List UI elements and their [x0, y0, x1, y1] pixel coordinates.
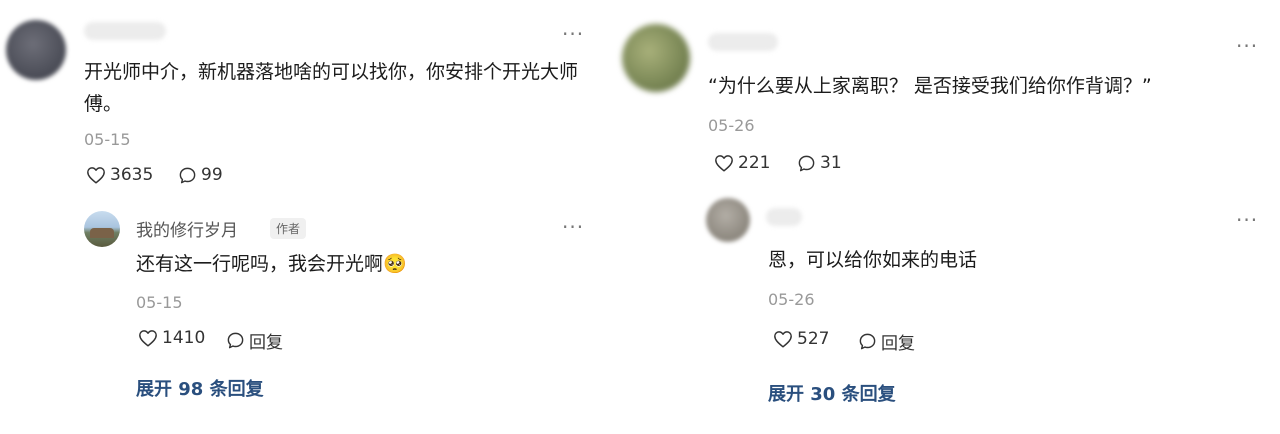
speech-bubble-icon	[178, 166, 197, 185]
avatar[interactable]	[84, 211, 120, 247]
reply-username[interactable]: 我的修行岁月	[136, 216, 238, 241]
reply-label: 回复	[249, 333, 283, 353]
like-button[interactable]: 1410	[138, 328, 205, 348]
pleading-face-emoji: 🥺	[383, 253, 407, 275]
more-dots-icon[interactable]: ···	[562, 217, 584, 237]
comment-button[interactable]: 31	[797, 153, 842, 173]
author-badge: 作者	[270, 218, 307, 239]
heart-outline-icon	[773, 330, 793, 348]
heart-outline-icon	[714, 154, 734, 172]
reply-date: 05-15	[136, 293, 183, 312]
reply-text: 恩，可以给你如来的电话	[768, 249, 978, 271]
reply-button[interactable]: 回复	[858, 329, 915, 354]
comment-count: 31	[820, 153, 842, 173]
like-button[interactable]: 221	[714, 153, 770, 173]
reply-text: 还有这一行呢吗，我会开光啊	[136, 253, 384, 275]
avatar[interactable]	[622, 24, 690, 92]
expand-replies-link[interactable]: 展开 98 条回复	[136, 375, 264, 401]
comment-text: 开光师中介，新机器落地啥的可以找你，你安排个开光大师傅。	[84, 61, 579, 115]
more-dots-icon[interactable]: ···	[1236, 36, 1258, 56]
like-count: 527	[797, 329, 830, 349]
username-blurred[interactable]	[766, 208, 802, 226]
reply-button[interactable]: 回复	[226, 328, 283, 353]
heart-outline-icon	[138, 329, 158, 347]
more-dots-icon[interactable]: ···	[1236, 210, 1258, 230]
like-button[interactable]: 3635	[86, 165, 153, 185]
speech-bubble-icon	[226, 331, 245, 350]
heart-outline-icon	[86, 166, 106, 184]
username-blurred[interactable]	[84, 22, 166, 40]
reply-label: 回复	[881, 334, 915, 354]
avatar[interactable]	[6, 20, 66, 80]
avatar[interactable]	[706, 198, 750, 242]
username-blurred[interactable]	[708, 33, 778, 51]
like-count: 221	[738, 153, 771, 173]
comment-date: 05-26	[708, 116, 755, 135]
expand-replies-link[interactable]: 展开 30 条回复	[768, 380, 896, 406]
like-button[interactable]: 527	[773, 329, 829, 349]
speech-bubble-icon	[858, 332, 877, 351]
more-dots-icon[interactable]: ···	[562, 24, 584, 44]
reply-text-row: 还有这一行呢吗，我会开光啊🥺	[136, 248, 407, 280]
comment-button[interactable]: 99	[178, 165, 223, 185]
comment-date: 05-15	[84, 130, 131, 149]
like-count: 3635	[110, 165, 154, 185]
like-count: 1410	[162, 328, 206, 348]
speech-bubble-icon	[797, 154, 816, 173]
comment-count: 99	[201, 165, 223, 185]
reply-date: 05-26	[768, 290, 815, 309]
comment-text: “为什么要从上家离职？ 是否接受我们给你作背调？”	[708, 75, 1152, 97]
